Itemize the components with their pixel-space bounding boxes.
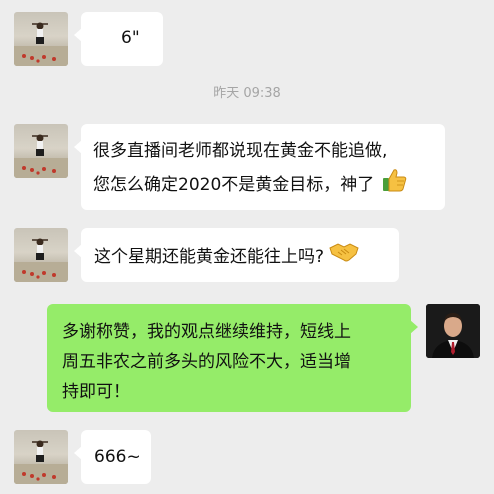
message-bubble[interactable]: 6" [74,12,163,66]
handshake-icon [329,240,360,274]
avatar-photo-icon [14,440,68,484]
message-text: 666~ [94,447,141,467]
avatar-photo-icon [14,134,68,178]
chat-timestamp: 昨天 09:38 [213,86,281,101]
contact-avatar[interactable] [14,12,68,66]
avatar-photo-icon [14,22,68,66]
message-text: 6" [121,28,140,48]
avatar-photo-icon [14,238,68,282]
self-avatar[interactable] [426,304,480,358]
message-text-line: 多谢称赞，我的观点继续维持，短线上 [62,322,351,342]
message-text-line-wrap: 您怎么确定2020不是黄金目标，神了 [93,166,445,204]
message-bubble[interactable]: 666~ [74,430,151,484]
message-bubble[interactable]: 这个星期还能黄金还能往上吗? [74,228,399,282]
message-text-line: 很多直播间老师都说现在黄金不能追做, [93,141,388,161]
message-text-line: 周五非农之前多头的风险不大，适当增 [62,352,351,372]
message-text: 这个星期还能黄金还能往上吗? [94,247,325,267]
thumbs-up-icon [380,166,408,204]
contact-avatar[interactable] [14,228,68,282]
message-bubble[interactable]: 很多直播间老师都说现在黄金不能追做, 您怎么确定2020不是黄金目标，神了 [74,124,445,210]
message-text-line: 您怎么确定2020不是黄金目标，神了 [93,175,375,195]
message-text-line: 持即可！ [62,382,130,402]
contact-avatar[interactable] [14,430,68,484]
avatar-photo-icon [426,304,480,358]
message-bubble[interactable]: 多谢称赞，我的观点继续维持，短线上 周五非农之前多头的风险不大，适当增 持即可！ [47,304,418,412]
contact-avatar[interactable] [14,124,68,178]
